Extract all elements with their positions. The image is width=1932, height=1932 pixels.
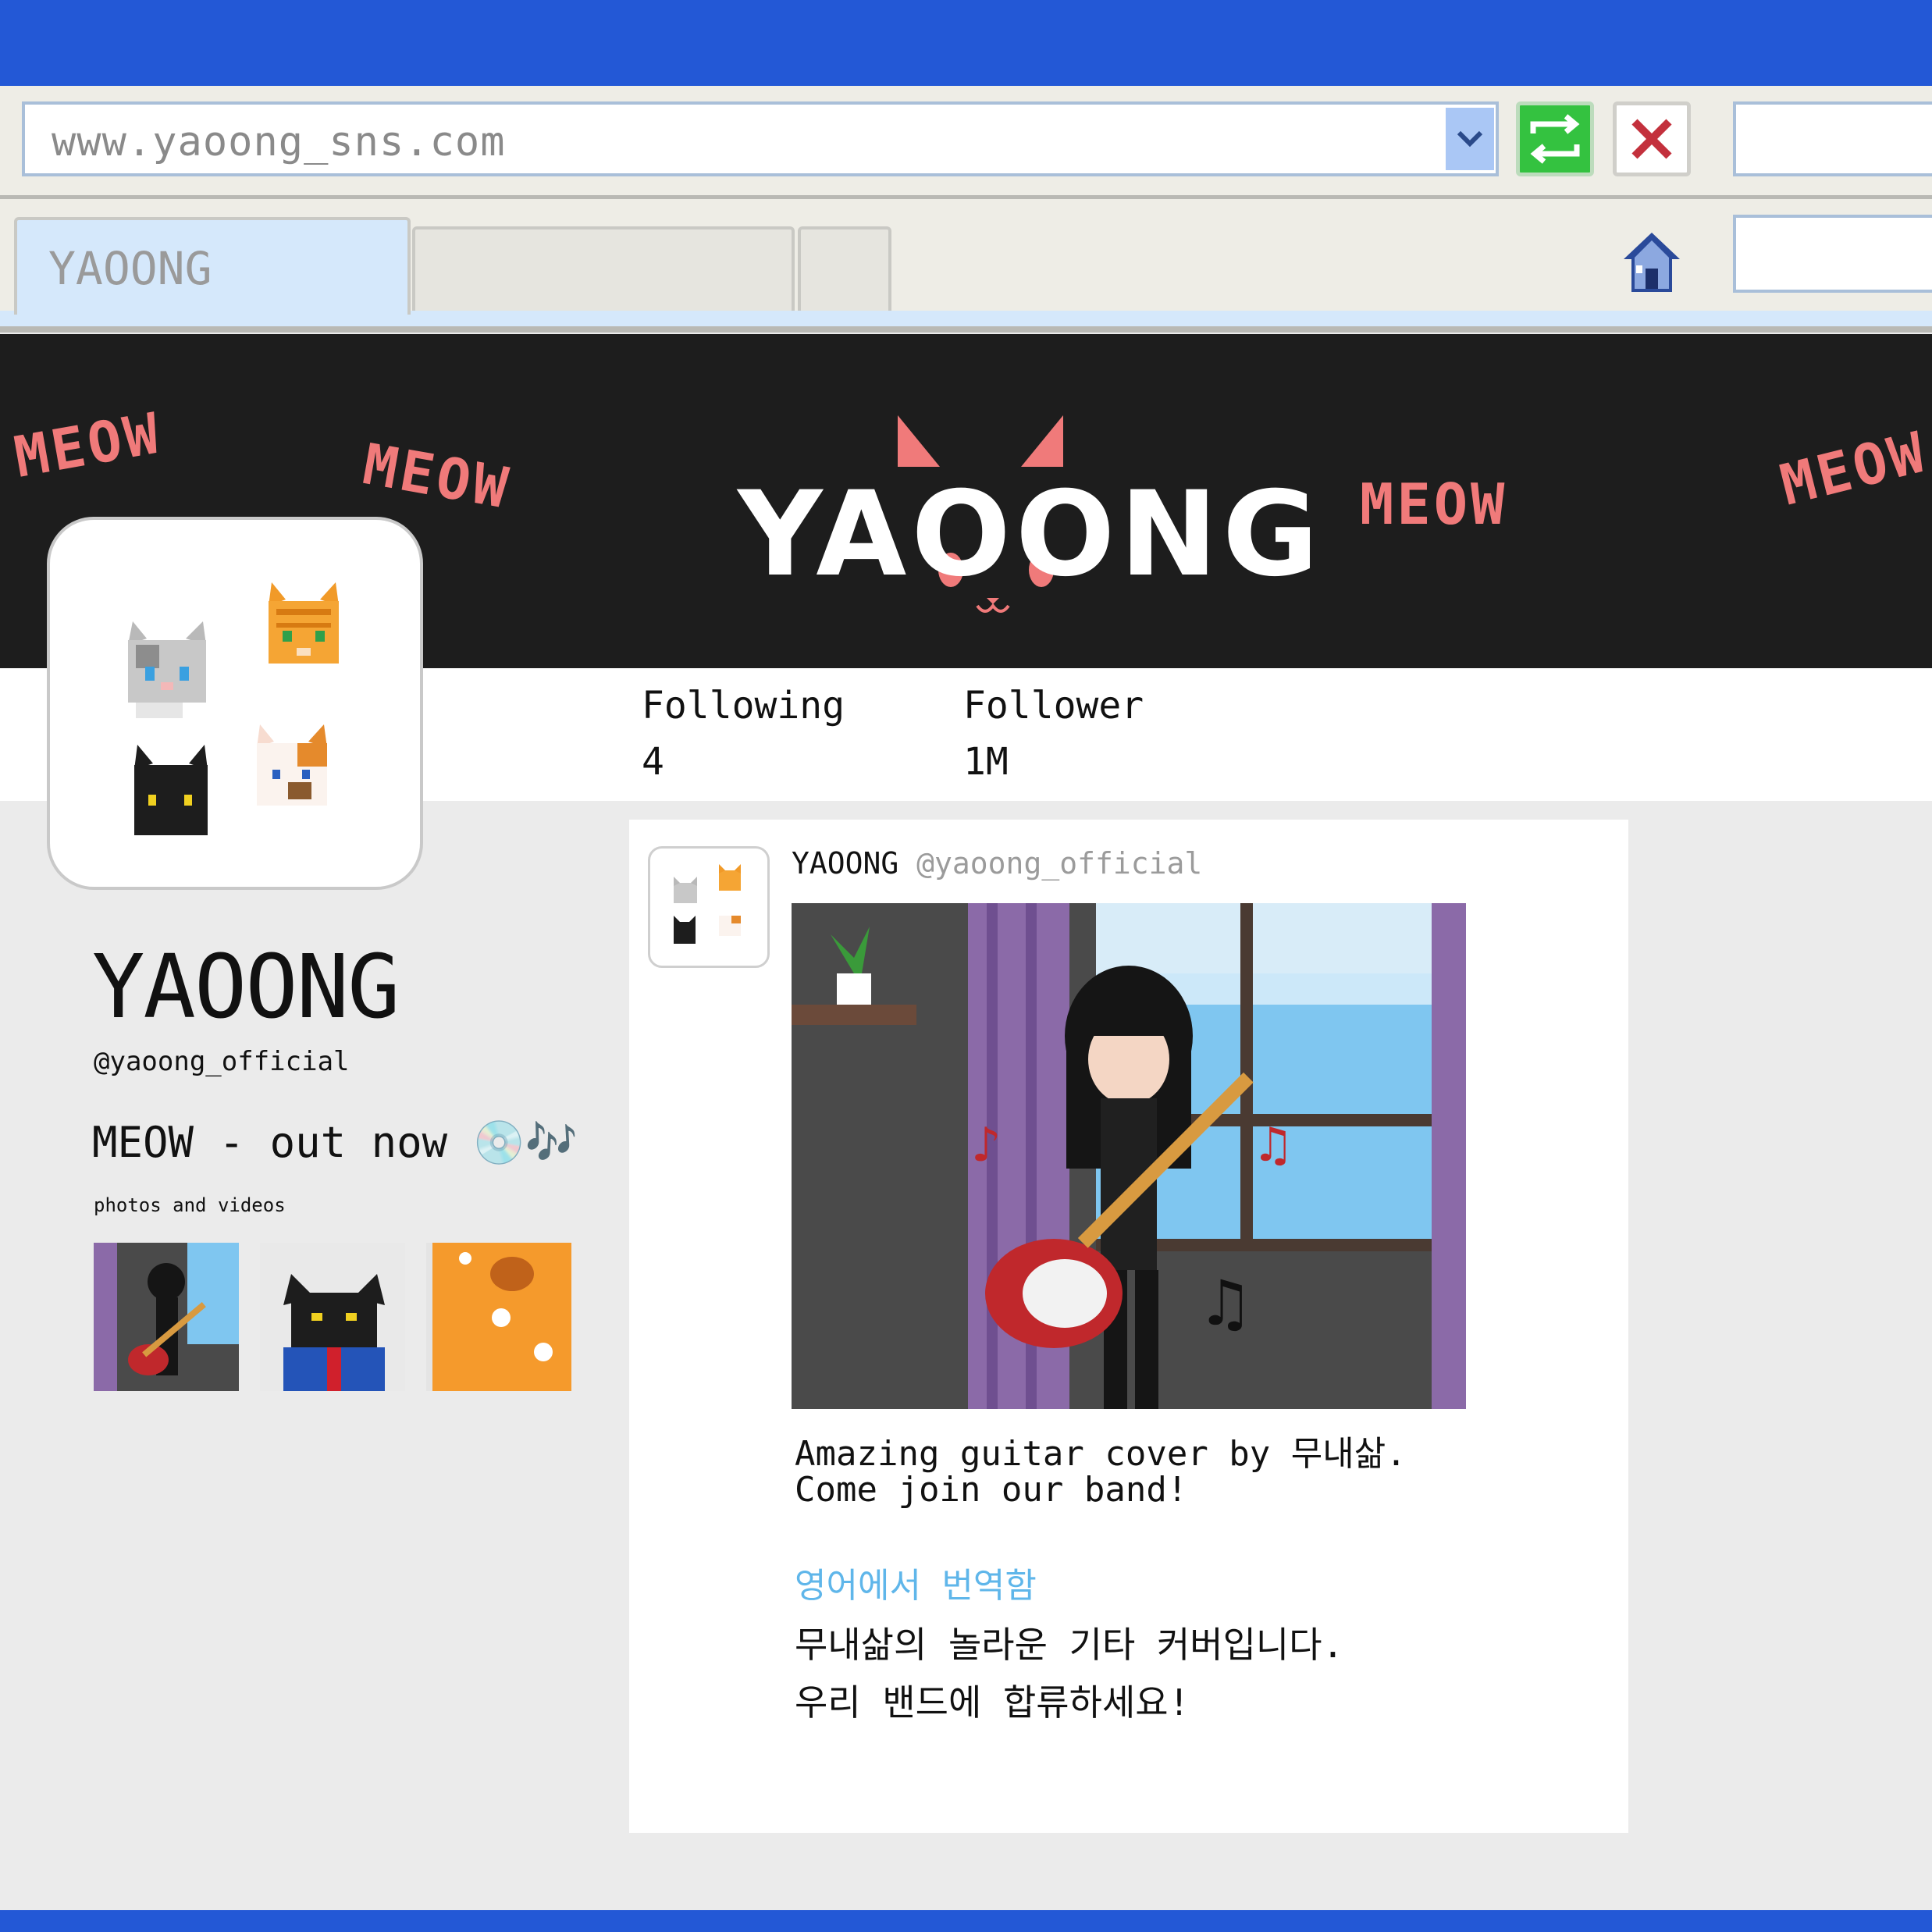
banner-meow-text: MEOW <box>1774 418 1932 518</box>
chevron-down-icon <box>1457 130 1483 148</box>
following-stat[interactable]: Following 4 <box>642 684 845 784</box>
post-text-line: Come join our band! <box>795 1470 1188 1510</box>
banner-meow-text: MEOW <box>9 400 167 490</box>
profile-avatar[interactable] <box>47 517 423 890</box>
post-author-name: YAOONG <box>792 846 899 881</box>
media-thumbnail[interactable] <box>94 1243 239 1391</box>
post-text-line: Amazing guitar cover by 무내삶. <box>795 1434 1407 1474</box>
post-author-avatar[interactable] <box>648 846 770 968</box>
post-image[interactable]: ♪ ♫ ♫ <box>792 903 1466 1409</box>
banner-meow-text: MEOW <box>358 431 516 521</box>
orange-album-thumbnail-art <box>426 1243 571 1391</box>
tab-yaoong[interactable]: YAOONG <box>14 217 411 315</box>
toolbar-divider <box>0 195 1932 199</box>
svg-text:♪: ♪ <box>971 1118 1001 1172</box>
profile-bio: MEOW - out now 💿🎶 <box>92 1118 578 1167</box>
tab-label: YAOONG <box>48 242 212 295</box>
stop-button[interactable] <box>1613 101 1691 176</box>
translation-line: 무내삶의 놀라운 기타 커버입니다. <box>795 1624 1344 1666</box>
cats-avatar-art <box>674 864 741 944</box>
following-label: Following <box>642 684 845 728</box>
banner-logo: YAOONG <box>738 467 1324 603</box>
svg-text:♫: ♫ <box>1197 1267 1254 1340</box>
follower-count: 1M <box>963 740 1009 784</box>
follower-stat[interactable]: Follower 1M <box>963 684 1144 784</box>
media-section-label: photos and videos <box>94 1194 286 1216</box>
window-title-bar <box>0 0 1932 86</box>
translate-link[interactable]: 영어에서 번역함 <box>795 1557 1037 1607</box>
address-dropdown-button[interactable] <box>1446 108 1494 170</box>
address-bar[interactable]: www.yaoong_sns.com <box>22 101 1499 176</box>
banner-meow-text: MEOW <box>1360 471 1508 537</box>
media-thumbnail[interactable] <box>426 1243 571 1391</box>
post-author-line[interactable]: YAOONG @yaoong_official <box>792 846 1202 881</box>
refresh-icon <box>1530 114 1580 164</box>
post-card: YAOONG @yaoong_official ♪ ♫ ♫ Amazing gu… <box>629 820 1628 1833</box>
tab-empty[interactable] <box>412 226 795 311</box>
svg-text:♫: ♫ <box>1252 1118 1294 1172</box>
refresh-button[interactable] <box>1516 101 1594 176</box>
following-count: 4 <box>642 740 664 784</box>
post-author-handle: @yaoong_official <box>916 846 1203 881</box>
media-thumbnail[interactable] <box>260 1243 405 1391</box>
search-field[interactable] <box>1733 101 1932 176</box>
post-text: Amazing guitar cover by 무내삶. Come join o… <box>795 1436 1407 1508</box>
tab-strip-divider <box>0 326 1932 333</box>
window-bottom-bar <box>0 1910 1932 1932</box>
close-icon <box>1631 119 1672 159</box>
guitar-girl-post-art: ♪ ♫ ♫ <box>792 903 1466 1409</box>
profile-name: YAOONG <box>92 937 400 1038</box>
address-bar-url: www.yaoong_sns.com <box>52 119 506 165</box>
follower-label: Follower <box>963 684 1144 728</box>
assistant-cat-thumbnail-art <box>260 1243 405 1391</box>
guitar-girl-thumbnail-art <box>94 1243 239 1391</box>
home-icon[interactable] <box>1622 231 1681 294</box>
secondary-search-field[interactable] <box>1733 215 1932 293</box>
post-translation: 무내삶의 놀라운 기타 커버입니다. 우리 밴드에 합류하세요! <box>795 1616 1343 1731</box>
cats-avatar-art <box>128 582 339 835</box>
profile-handle: @yaoong_official <box>94 1046 350 1077</box>
tab-new[interactable] <box>798 226 891 311</box>
translation-line: 우리 밴드에 합류하세요! <box>795 1681 1190 1724</box>
